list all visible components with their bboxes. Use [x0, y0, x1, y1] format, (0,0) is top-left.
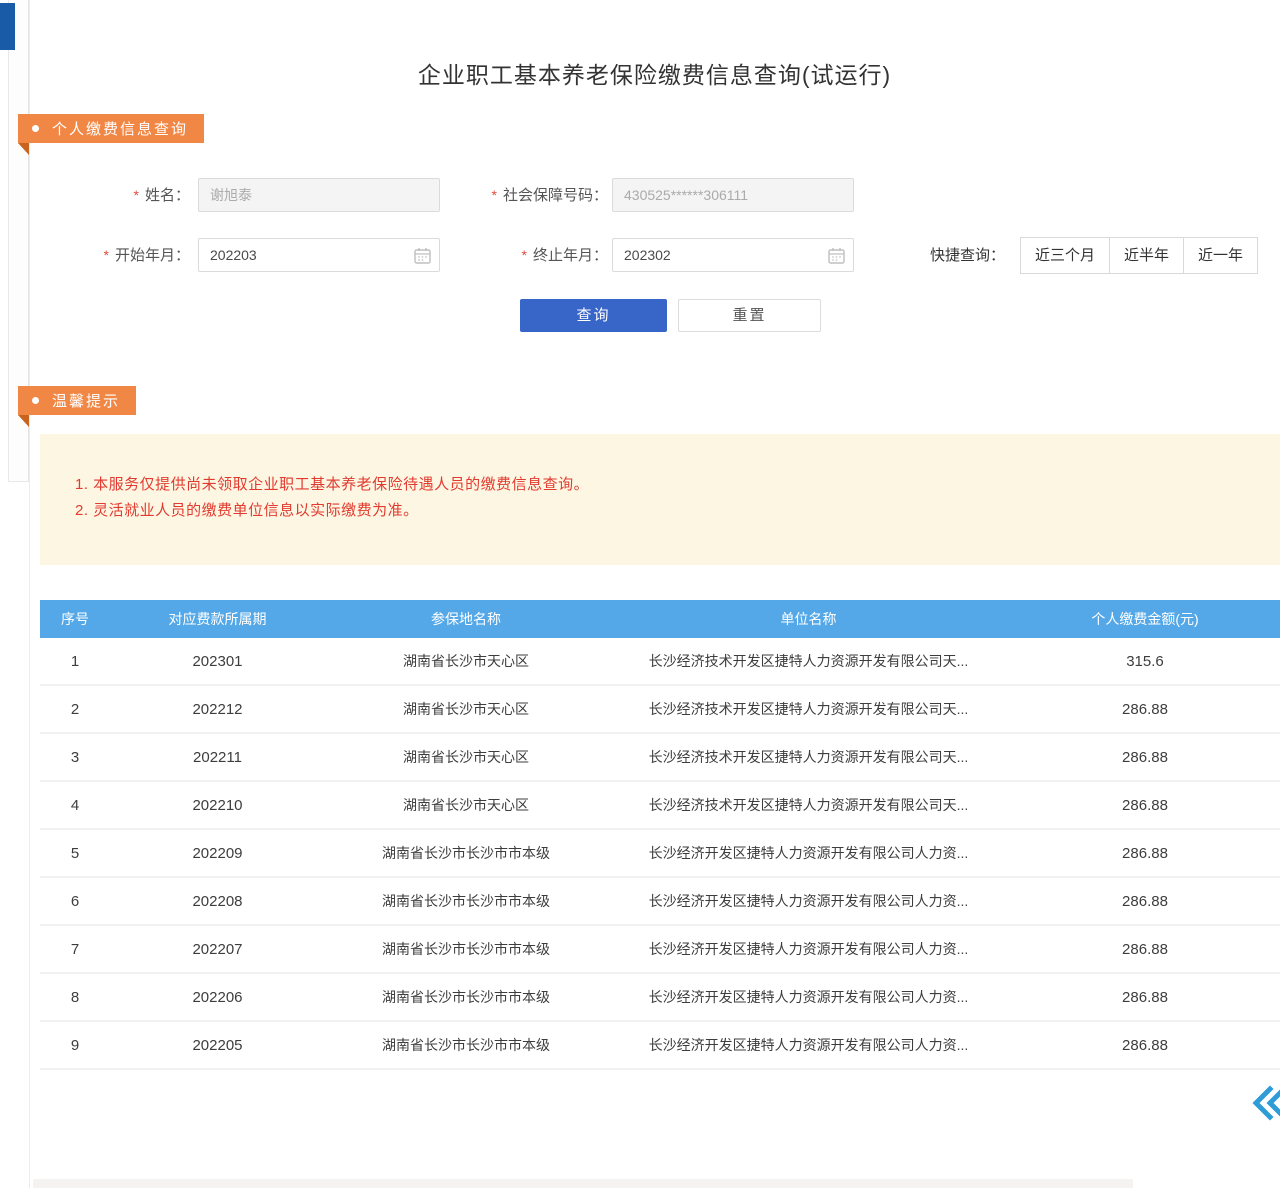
table-row: 3202211湖南省长沙市天心区长沙经济技术开发区捷特人力资源开发有限公司天..… [40, 734, 1280, 782]
end-date-field[interactable]: 202302 [612, 238, 854, 272]
table-row: 9202205湖南省长沙市长沙市市本级长沙经济开发区捷特人力资源开发有限公司人力… [40, 1022, 1280, 1070]
quick-btn-half-year[interactable]: 近半年 [1109, 237, 1184, 274]
table-cell: 202212 [110, 701, 325, 718]
table-cell: 202301 [110, 653, 325, 670]
calendar-icon[interactable] [414, 247, 431, 264]
table-cell: 长沙经济开发区捷特人力资源开发有限公司人力资... [607, 843, 1010, 863]
query-button[interactable]: 查询 [520, 299, 667, 332]
table-header-cell: 参保地名称 [325, 609, 607, 629]
bottom-strip [33, 1179, 1133, 1188]
table-cell: 湖南省长沙市天心区 [325, 651, 607, 671]
table-row: 4202210湖南省长沙市天心区长沙经济技术开发区捷特人力资源开发有限公司天..… [40, 782, 1280, 830]
tips-notice-box: 1. 本服务仅提供尚未领取企业职工基本养老保险待遇人员的缴费信息查询。 2. 灵… [40, 434, 1280, 565]
table-header-cell: 序号 [40, 609, 110, 629]
table-cell: 202209 [110, 845, 325, 862]
table-cell: 7 [40, 941, 110, 958]
table-cell: 长沙经济开发区捷特人力资源开发有限公司人力资... [607, 891, 1010, 911]
table-row: 1202301湖南省长沙市天心区长沙经济技术开发区捷特人力资源开发有限公司天..… [40, 638, 1280, 686]
table-cell: 286.88 [1010, 1037, 1280, 1054]
table-cell: 2 [40, 701, 110, 718]
double-left-chevron-icon[interactable] [1250, 1083, 1280, 1123]
section-badge-label: 个人缴费信息查询 [52, 118, 188, 139]
table-cell: 湖南省长沙市天心区 [325, 699, 607, 719]
tips-line-1: 1. 本服务仅提供尚未领取企业职工基本养老保险待遇人员的缴费信息查询。 [75, 473, 589, 494]
table-row: 5202209湖南省长沙市长沙市市本级长沙经济开发区捷特人力资源开发有限公司人力… [40, 830, 1280, 878]
required-asterisk: * [522, 247, 527, 263]
table-cell: 湖南省长沙市长沙市市本级 [325, 1035, 607, 1055]
required-asterisk: * [134, 187, 139, 203]
bullet-icon [32, 125, 39, 132]
table-cell: 长沙经济技术开发区捷特人力资源开发有限公司天... [607, 795, 1010, 815]
end-date-label: *终止年月： [496, 238, 608, 272]
table-row: 6202208湖南省长沙市长沙市市本级长沙经济开发区捷特人力资源开发有限公司人力… [40, 878, 1280, 926]
table-row: 8202206湖南省长沙市长沙市市本级长沙经济开发区捷特人力资源开发有限公司人力… [40, 974, 1280, 1022]
table-header-cell: 个人缴费金额(元) [1010, 609, 1280, 629]
table-cell: 长沙经济技术开发区捷特人力资源开发有限公司天... [607, 651, 1010, 671]
table-cell: 3 [40, 749, 110, 766]
page-title: 企业职工基本养老保险缴费信息查询(试运行) [29, 56, 1280, 90]
table-header-cell: 对应费款所属期 [110, 609, 325, 629]
table-cell: 4 [40, 797, 110, 814]
table-cell: 286.88 [1010, 893, 1280, 910]
payment-table: 序号对应费款所属期参保地名称单位名称个人缴费金额(元) 1202301湖南省长沙… [40, 600, 1280, 1070]
table-cell: 8 [40, 989, 110, 1006]
table-cell: 286.88 [1010, 749, 1280, 766]
quick-query-group: 近三个月 近半年 近一年 [1020, 237, 1258, 274]
start-date-field[interactable]: 202203 [198, 238, 440, 272]
table-cell: 286.88 [1010, 989, 1280, 1006]
table-cell: 长沙经济开发区捷特人力资源开发有限公司人力资... [607, 1035, 1010, 1055]
table-cell: 202207 [110, 941, 325, 958]
section-badge-query: 个人缴费信息查询 [18, 114, 204, 143]
quick-query-label: 快捷查询： [930, 238, 1005, 274]
table-cell: 长沙经济技术开发区捷特人力资源开发有限公司天... [607, 699, 1010, 719]
bullet-icon [32, 397, 39, 404]
table-cell: 286.88 [1010, 701, 1280, 718]
table-body: 1202301湖南省长沙市天心区长沙经济技术开发区捷特人力资源开发有限公司天..… [40, 638, 1280, 1070]
table-cell: 202205 [110, 1037, 325, 1054]
ssn-label: *社会保障号码： [462, 178, 608, 212]
table-cell: 286.88 [1010, 845, 1280, 862]
table-cell: 6 [40, 893, 110, 910]
table-cell: 286.88 [1010, 797, 1280, 814]
table-cell: 长沙经济开发区捷特人力资源开发有限公司人力资... [607, 987, 1010, 1007]
required-asterisk: * [104, 247, 109, 263]
section-badge-tips: 温馨提示 [18, 386, 136, 415]
table-cell: 湖南省长沙市长沙市市本级 [325, 939, 607, 959]
name-field[interactable]: 谢旭泰 [198, 178, 440, 212]
calendar-icon[interactable] [828, 247, 845, 264]
reset-button[interactable]: 重置 [678, 299, 821, 332]
table-cell: 9 [40, 1037, 110, 1054]
table-cell: 1 [40, 653, 110, 670]
ssn-field[interactable]: 430525******306111 [612, 178, 854, 212]
table-cell: 湖南省长沙市天心区 [325, 747, 607, 767]
table-cell: 202206 [110, 989, 325, 1006]
table-header-row: 序号对应费款所属期参保地名称单位名称个人缴费金额(元) [40, 600, 1280, 638]
table-cell: 湖南省长沙市长沙市市本级 [325, 987, 607, 1007]
table-cell: 5 [40, 845, 110, 862]
table-cell: 202211 [110, 749, 325, 766]
table-row: 2202212湖南省长沙市天心区长沙经济技术开发区捷特人力资源开发有限公司天..… [40, 686, 1280, 734]
quick-btn-3-months[interactable]: 近三个月 [1020, 237, 1110, 274]
table-cell: 286.88 [1010, 941, 1280, 958]
section-badge-label: 温馨提示 [52, 390, 120, 411]
nav-corner-block [0, 3, 15, 50]
table-cell: 湖南省长沙市长沙市市本级 [325, 891, 607, 911]
name-label: *姓名： [90, 178, 190, 212]
table-cell: 长沙经济开发区捷特人力资源开发有限公司人力资... [607, 939, 1010, 959]
table-cell: 315.6 [1010, 653, 1280, 670]
table-row: 7202207湖南省长沙市长沙市市本级长沙经济开发区捷特人力资源开发有限公司人力… [40, 926, 1280, 974]
table-cell: 长沙经济技术开发区捷特人力资源开发有限公司天... [607, 747, 1010, 767]
tips-line-2: 2. 灵活就业人员的缴费单位信息以实际缴费为准。 [75, 499, 419, 520]
table-cell: 湖南省长沙市天心区 [325, 795, 607, 815]
required-asterisk: * [492, 187, 497, 203]
quick-btn-one-year[interactable]: 近一年 [1183, 237, 1258, 274]
table-cell: 湖南省长沙市长沙市市本级 [325, 843, 607, 863]
start-date-label: *开始年月： [78, 238, 190, 272]
table-header-cell: 单位名称 [607, 609, 1010, 629]
table-cell: 202210 [110, 797, 325, 814]
table-cell: 202208 [110, 893, 325, 910]
